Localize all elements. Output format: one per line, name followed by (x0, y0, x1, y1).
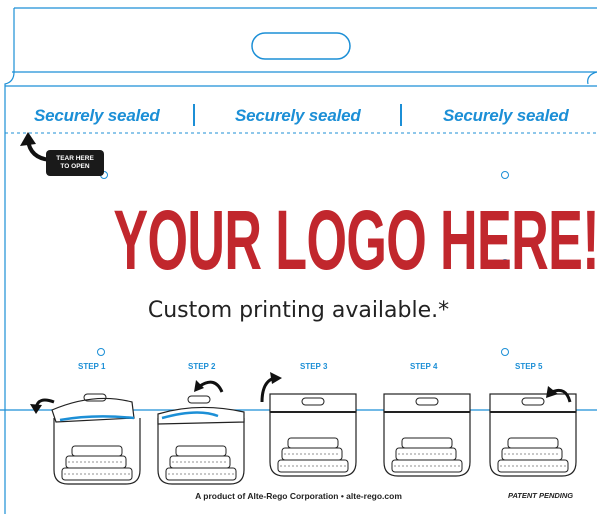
bag-step-icon (489, 393, 577, 477)
bag-step-icon (157, 395, 245, 485)
bag-step-icon (383, 393, 471, 477)
steps-illustration (30, 372, 577, 485)
bag-step-icon (269, 393, 357, 477)
patent-pending: PATENT PENDING (508, 491, 574, 500)
bag-step-icon (51, 393, 141, 485)
